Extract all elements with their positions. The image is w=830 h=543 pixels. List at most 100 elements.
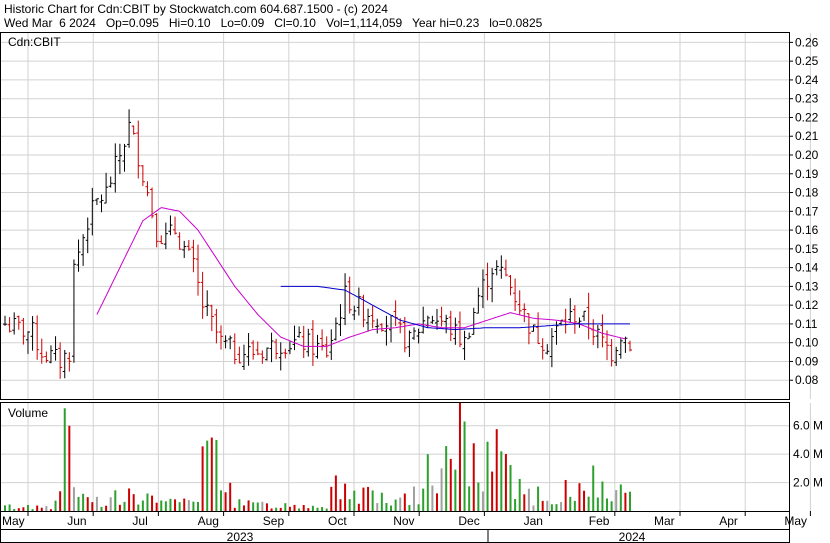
volume-bars xyxy=(4,402,631,511)
volume-bar xyxy=(229,482,232,511)
volume-bar xyxy=(596,497,599,511)
volume-bar xyxy=(615,490,618,511)
volume-bar xyxy=(109,497,112,511)
volume-bar xyxy=(40,507,43,511)
volume-bar xyxy=(514,499,517,511)
price-tick-label: 0.14 xyxy=(795,261,819,275)
volume-bar xyxy=(362,487,365,511)
volume-bar xyxy=(532,505,535,511)
volume-bar xyxy=(624,492,627,511)
volume-bar xyxy=(334,475,337,511)
year-axis-frame xyxy=(0,529,790,543)
volume-bar xyxy=(206,440,209,511)
volume-bar xyxy=(13,509,16,511)
year-label: 2023 xyxy=(227,530,254,543)
volume-bar xyxy=(481,491,484,511)
month-label: Apr xyxy=(719,514,738,528)
volume-bar xyxy=(371,490,374,511)
volume-bar xyxy=(192,501,195,511)
price-tick-label: 0.19 xyxy=(795,167,819,181)
volume-bar xyxy=(45,506,48,511)
price-tick-label: 0.09 xyxy=(795,354,819,368)
volume-bar xyxy=(105,505,108,511)
volume-bar xyxy=(141,500,144,511)
price-tick-label: 0.11 xyxy=(795,317,818,331)
volume-bar xyxy=(458,402,461,511)
grid-lines xyxy=(1,33,811,511)
volume-bar xyxy=(288,506,291,511)
volume-bar xyxy=(610,501,613,511)
volume-bar xyxy=(348,499,351,511)
volume-bar xyxy=(592,465,595,511)
volume-bar xyxy=(403,493,406,511)
month-label: Jul xyxy=(132,514,147,528)
volume-bar xyxy=(463,421,466,511)
price-tick-label: 0.08 xyxy=(795,373,819,387)
volume-bar xyxy=(59,491,62,511)
volume-bar xyxy=(31,509,34,511)
volume-bar xyxy=(164,501,167,511)
volume-bar xyxy=(629,491,631,511)
volume-bar xyxy=(100,506,103,511)
volume-bar xyxy=(440,468,443,511)
volume-bar xyxy=(408,505,411,511)
volume-bar xyxy=(495,429,498,511)
volume-bar xyxy=(385,503,388,511)
volume-bar xyxy=(344,483,347,511)
volume-bar xyxy=(91,502,94,511)
month-label: Mar xyxy=(654,514,675,528)
volume-bar xyxy=(518,478,521,511)
volume-bar xyxy=(486,441,489,511)
volume-bar xyxy=(247,500,250,511)
volume-bar xyxy=(215,439,218,511)
volume-bar xyxy=(504,454,507,511)
price-tick-label: 0.23 xyxy=(795,92,819,106)
volume-bar xyxy=(224,492,227,511)
price-tick-label: 0.16 xyxy=(795,223,819,237)
volume-bar xyxy=(77,496,80,511)
volume-bar xyxy=(17,508,20,511)
volume-bar xyxy=(63,408,66,511)
volume-bar xyxy=(578,483,581,511)
volume-bar xyxy=(54,500,57,511)
volume-bar xyxy=(339,499,342,511)
month-label: Jun xyxy=(67,514,86,528)
volume-bar xyxy=(417,504,420,511)
volume-bar xyxy=(555,504,558,511)
volume-bar xyxy=(72,487,75,511)
volume-bar xyxy=(86,497,89,511)
volume-bar xyxy=(137,504,140,511)
volume-bar xyxy=(316,507,319,511)
volume-bar xyxy=(256,502,259,511)
volume-bar xyxy=(26,505,29,511)
volume-bar xyxy=(311,505,314,511)
volume-bar xyxy=(174,499,177,511)
volume-bar xyxy=(321,507,324,511)
volume-bar xyxy=(601,481,604,511)
month-label: Sep xyxy=(263,514,285,528)
price-tick-label: 0.13 xyxy=(795,279,819,293)
price-tick-label: 0.15 xyxy=(795,242,819,256)
volume-bar xyxy=(325,508,328,511)
volume-bar xyxy=(238,499,241,511)
month-label: Jan xyxy=(524,514,543,528)
volume-bar xyxy=(560,502,563,511)
volume-bar xyxy=(252,502,255,511)
volume-bar xyxy=(537,486,540,511)
volume-bar xyxy=(413,486,416,511)
price-tick-label: 0.24 xyxy=(795,73,819,87)
volume-bar xyxy=(233,507,236,511)
volume-bar xyxy=(210,437,213,511)
volume-bar xyxy=(183,498,186,511)
volume-bar xyxy=(307,508,310,511)
ticker-label: Cdn:CBIT xyxy=(8,35,61,49)
volume-tick-label: 6.0 M xyxy=(793,419,823,433)
volume-bar xyxy=(380,492,383,511)
price-tick-label: 0.10 xyxy=(795,336,819,350)
volume-bar xyxy=(500,451,503,511)
volume-bar xyxy=(4,505,6,511)
volume-bar xyxy=(201,446,204,511)
month-label: Oct xyxy=(328,514,347,528)
volume-bar xyxy=(95,496,98,511)
volume-bar xyxy=(573,500,576,511)
